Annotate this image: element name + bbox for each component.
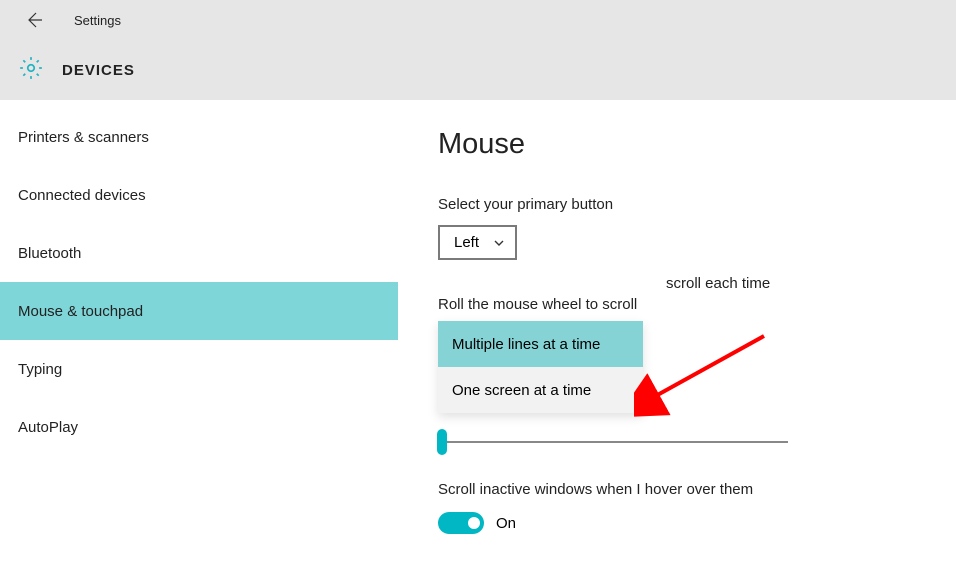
slider-thumb[interactable] — [437, 429, 447, 455]
content-pane: Mouse Select your primary button Left Ro… — [398, 100, 956, 582]
sidebar: Printers & scanners Connected devices Bl… — [0, 100, 398, 582]
sidebar-item-typing[interactable]: Typing — [0, 340, 398, 398]
toggle-value: On — [496, 515, 516, 532]
sidebar-item-label: Typing — [18, 361, 62, 378]
scroll-option-one-screen[interactable]: One screen at a time — [438, 367, 643, 413]
page-heading: Mouse — [438, 128, 916, 161]
lines-each-time-text: scroll each time — [666, 275, 770, 292]
sidebar-item-connected-devices[interactable]: Connected devices — [0, 166, 398, 224]
sidebar-item-label: Bluetooth — [18, 245, 81, 262]
primary-button-label: Select your primary button — [438, 196, 916, 213]
sidebar-item-bluetooth[interactable]: Bluetooth — [0, 224, 398, 282]
scroll-wheel-label: Roll the mouse wheel to scroll — [438, 296, 916, 313]
sidebar-item-label: Connected devices — [18, 187, 146, 204]
sidebar-item-label: Printers & scanners — [18, 129, 149, 146]
slider-track — [438, 441, 788, 443]
back-button[interactable] — [22, 8, 46, 32]
gear-icon — [18, 55, 44, 86]
sidebar-item-label: AutoPlay — [18, 419, 78, 436]
scroll-option-dropdown-open: Multiple lines at a time One screen at a… — [438, 321, 643, 413]
arrow-left-icon — [24, 10, 44, 30]
sidebar-item-printers[interactable]: Printers & scanners — [0, 108, 398, 166]
inactive-windows-label: Scroll inactive windows when I hover ove… — [438, 481, 916, 498]
option-label: Multiple lines at a time — [452, 336, 600, 353]
option-label: One screen at a time — [452, 382, 591, 399]
primary-button-value: Left — [454, 234, 479, 251]
sidebar-item-label: Mouse & touchpad — [18, 303, 143, 320]
toggle-knob — [468, 517, 480, 529]
scroll-option-multiple-lines[interactable]: Multiple lines at a time — [438, 321, 643, 367]
app-title: Settings — [74, 13, 121, 28]
section-title: DEVICES — [62, 62, 135, 79]
sidebar-item-mouse-touchpad[interactable]: Mouse & touchpad — [0, 282, 398, 340]
inactive-windows-toggle[interactable] — [438, 512, 484, 534]
primary-button-dropdown[interactable]: Left — [438, 225, 517, 260]
chevron-down-icon — [493, 237, 505, 249]
lines-per-scroll-slider[interactable] — [438, 431, 788, 453]
sidebar-item-autoplay[interactable]: AutoPlay — [0, 398, 398, 456]
